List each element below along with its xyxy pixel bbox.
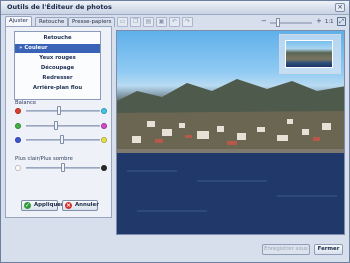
menu-item-couleur[interactable]: » Couleur (15, 44, 100, 53)
magenta-swatch (101, 123, 107, 129)
zoom-out-icon[interactable]: − (261, 17, 267, 25)
slider-thumb[interactable] (59, 135, 64, 144)
lake-water (117, 153, 344, 234)
close-button[interactable]: Fermer (314, 244, 343, 255)
slider-thumb[interactable] (53, 121, 58, 130)
menu-item-arriere-plan-flou[interactable]: Arrière-plan flou (15, 84, 100, 93)
slider-thumb[interactable] (57, 106, 62, 115)
red-cyan-slider[interactable] (12, 106, 108, 115)
slider-track[interactable] (26, 125, 100, 127)
check-icon: ✓ (24, 202, 31, 209)
photo-editor-window: Outils de l'Éditeur de photos × Ajuster … (0, 0, 350, 263)
window-title: Outils de l'Éditeur de photos (7, 3, 112, 11)
title-bar: Outils de l'Éditeur de photos × (1, 1, 349, 15)
menu-item-decoupage[interactable]: Découpage (15, 64, 100, 73)
paste-icon[interactable]: ▤ (143, 17, 154, 27)
balance-label: Balance (15, 100, 37, 106)
zoom-controls: − + 1:1 ⤢ (259, 17, 347, 28)
brightness-slider[interactable] (12, 163, 108, 172)
yellow-swatch (101, 137, 107, 143)
cancel-button[interactable]: × Annuler (62, 200, 99, 211)
dark-swatch (101, 165, 107, 171)
apply-label: Appliquer (34, 202, 64, 208)
cyan-swatch (101, 108, 107, 114)
new-icon[interactable]: ▭ (117, 17, 128, 27)
menu-item-redresser[interactable]: Redresser (15, 74, 100, 83)
undo-icon[interactable]: ↶ (169, 17, 180, 27)
save-icon[interactable]: ▣ (156, 17, 167, 27)
close-icon[interactable]: × (335, 3, 345, 12)
navigator-thumbnail[interactable] (279, 34, 341, 74)
blue-swatch (15, 137, 21, 143)
adjust-panel: Retouche » Couleur Yeux rouges Découpage … (5, 26, 112, 218)
zoom-slider-thumb[interactable] (276, 18, 281, 27)
cancel-label: Annuler (75, 202, 99, 208)
light-swatch (15, 165, 21, 171)
brightness-label: Plus clair/Plus sombre (15, 156, 73, 162)
menu-item-label: Couleur (24, 45, 48, 51)
selected-arrow-icon: » (19, 45, 23, 51)
fit-to-window-icon[interactable]: ⤢ (337, 17, 346, 26)
slider-track[interactable] (26, 110, 100, 112)
slider-thumb[interactable] (61, 163, 65, 172)
zoom-in-icon[interactable]: + (316, 17, 322, 25)
menu-item-retouche[interactable]: Retouche (15, 34, 100, 43)
thumbnail-preview[interactable] (285, 40, 333, 68)
red-swatch (15, 108, 21, 114)
apply-button[interactable]: ✓ Appliquer (21, 200, 64, 211)
green-swatch (15, 123, 21, 129)
zoom-ratio[interactable]: 1:1 (325, 19, 334, 25)
blue-yellow-slider[interactable] (12, 135, 108, 144)
hillside-town (117, 111, 344, 153)
green-magenta-slider[interactable] (12, 121, 108, 130)
shoreline (117, 149, 344, 153)
mountain-ridge (117, 79, 344, 113)
tool-menu: Retouche » Couleur Yeux rouges Découpage … (14, 31, 101, 100)
redo-icon[interactable]: ↷ (182, 17, 193, 27)
save-as-button[interactable]: Enregistrer sous (262, 244, 310, 255)
menu-item-yeux-rouges[interactable]: Yeux rouges (15, 54, 100, 63)
cancel-icon: × (65, 202, 72, 209)
copy-icon[interactable]: ❐ (130, 17, 141, 27)
